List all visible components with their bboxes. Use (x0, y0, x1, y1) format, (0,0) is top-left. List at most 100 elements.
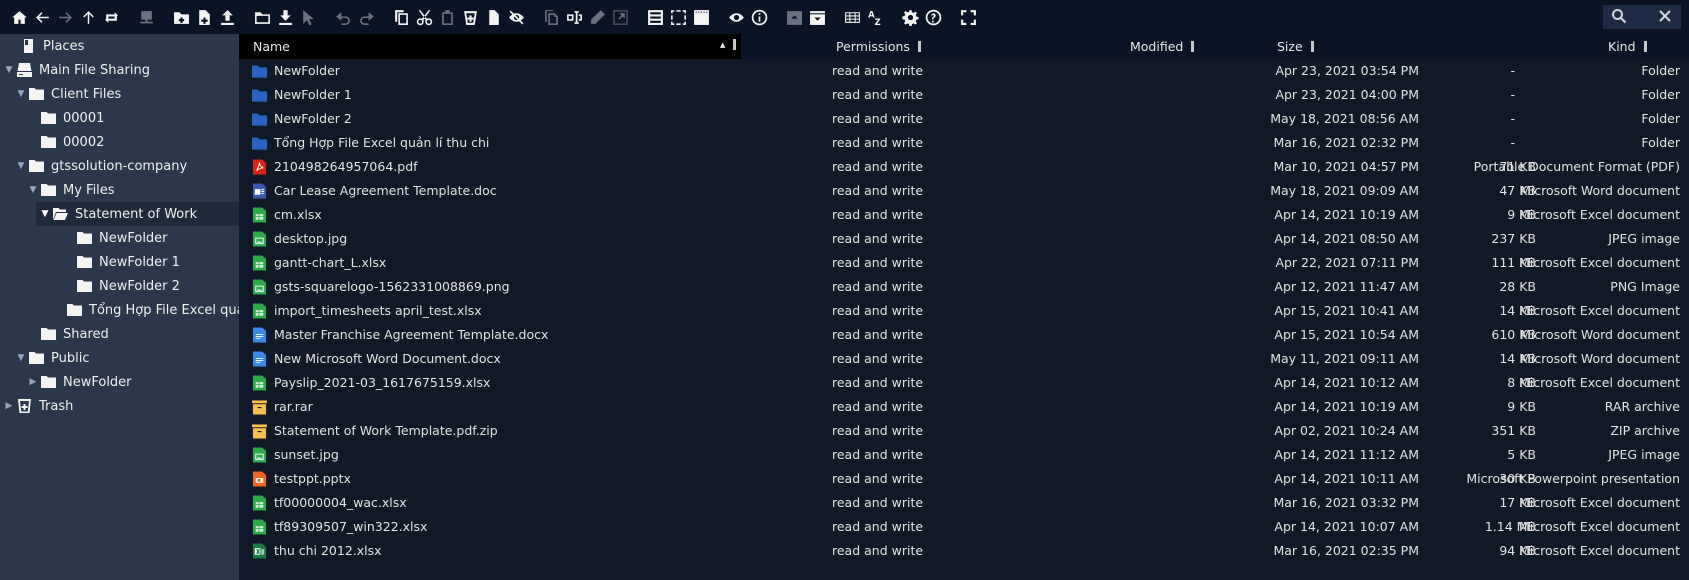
caret-down-icon[interactable]: ▼ (16, 161, 26, 171)
file-kind: Folder (1641, 87, 1680, 102)
file-icon[interactable] (483, 7, 503, 27)
file-row[interactable]: import_timesheets april_test.xlsx read an… (239, 299, 1689, 323)
sidebar-item[interactable]: ▼ Public (16, 346, 239, 370)
search-icon[interactable] (1611, 8, 1627, 27)
sidebar-item[interactable]: NewFolder (64, 226, 239, 250)
archive-extract-icon[interactable] (807, 7, 827, 27)
column-size[interactable]: Size (1277, 39, 1314, 54)
invert-selection-icon[interactable] (691, 7, 711, 27)
download-icon[interactable] (275, 7, 295, 27)
file-row[interactable]: Master Franchise Agreement Template.docx… (239, 323, 1689, 347)
sidebar-item[interactable]: ▶ NewFolder (28, 370, 239, 394)
file-row[interactable]: Tổng Hợp File Excel quản lí thu chi read … (239, 131, 1689, 155)
file-row[interactable]: gantt-chart_L.xlsx read and write Apr 22, … (239, 251, 1689, 275)
redo-icon[interactable] (356, 7, 376, 27)
file-row[interactable]: thu chi 2012.xlsx read and write Mar 16, 2… (239, 539, 1689, 563)
upload-icon[interactable] (217, 7, 237, 27)
info-icon[interactable] (749, 7, 769, 27)
sidebar-item[interactable]: NewFolder 2 (64, 274, 239, 298)
column-kind[interactable]: Kind (1608, 39, 1647, 54)
column-resize-handle[interactable] (1191, 41, 1195, 52)
file-modified: Apr 14, 2021 10:11 AM (1274, 471, 1419, 486)
file-row[interactable]: testppt.pptx read and write Apr 14, 2021 1… (239, 467, 1689, 491)
duplicate-icon[interactable] (541, 7, 561, 27)
sidebar-item[interactable]: ▼ Client Files (16, 82, 239, 106)
edit-pencil-icon[interactable] (587, 7, 607, 27)
caret-down-icon[interactable]: ▼ (4, 65, 14, 75)
new-folder-icon[interactable] (171, 7, 191, 27)
sidebar-item[interactable]: NewFolder 1 (64, 250, 239, 274)
file-row[interactable]: NewFolder 1 read and write Apr 23, 2021 04… (239, 83, 1689, 107)
file-row[interactable]: cm.xlsx read and write Apr 14, 2021 10:19 … (239, 203, 1689, 227)
caret-right-icon[interactable]: ▶ (28, 377, 38, 387)
back-arrow-icon[interactable] (32, 7, 52, 27)
caret-down-icon[interactable]: ▼ (16, 89, 26, 99)
sidebar-item[interactable]: ▼ Main File Sharing (4, 58, 239, 82)
file-row[interactable]: rar.rar read and write Apr 14, 2021 10:19 … (239, 395, 1689, 419)
close-icon[interactable] (1657, 8, 1673, 27)
column-permissions[interactable]: Permissions (836, 39, 921, 54)
select-all-icon[interactable] (645, 7, 665, 27)
undo-icon[interactable] (333, 7, 353, 27)
column-resize-handle[interactable] (733, 39, 737, 50)
grid-view-icon[interactable] (842, 7, 862, 27)
search-box[interactable] (1603, 5, 1681, 29)
help-icon[interactable] (923, 7, 943, 27)
file-row[interactable]: 210498264957064.pdf read and write Mar 10,… (239, 155, 1689, 179)
sort-az-icon[interactable]: AZ (865, 7, 885, 27)
sidebar-item[interactable]: ▼ gtssolution-company (16, 154, 239, 178)
cut-icon[interactable] (414, 7, 434, 27)
delete-icon[interactable] (460, 7, 480, 27)
caret-down-icon[interactable]: ▼ (16, 353, 26, 363)
sidebar-item[interactable]: Places (4, 34, 239, 58)
caret-down-icon[interactable]: ▼ (40, 209, 50, 219)
hide-icon[interactable] (506, 7, 526, 27)
file-size: 237 KB (1491, 231, 1536, 246)
file-row[interactable]: Car Lease Agreement Template.doc read and… (239, 179, 1689, 203)
preview-eye-icon[interactable] (726, 7, 746, 27)
file-row[interactable]: tf89309507_win322.xlsx read and write Apr … (239, 515, 1689, 539)
column-resize-handle[interactable] (1643, 41, 1647, 52)
column-resize-handle[interactable] (1310, 41, 1314, 52)
file-name: thu chi 2012.xlsx (274, 543, 382, 558)
column-modified[interactable]: Modified (1130, 39, 1195, 54)
home-icon[interactable] (9, 7, 29, 27)
settings-gear-icon[interactable] (900, 7, 920, 27)
rename-icon[interactable] (564, 7, 584, 27)
caret-down-icon[interactable]: ▼ (28, 185, 38, 195)
sidebar-item[interactable]: Tổng Hợp File Excel quản lí thu chi (64, 298, 239, 322)
file-row[interactable]: NewFolder 2 read and write May 18, 2021 08… (239, 107, 1689, 131)
sidebar-item[interactable]: ▼ Statement of Work (36, 202, 239, 226)
file-name: testppt.pptx (274, 471, 351, 486)
file-row[interactable]: gsts-squarelogo-1562331008869.png read an… (239, 275, 1689, 299)
sidebar-item[interactable]: 00001 (28, 106, 239, 130)
open-folder-icon[interactable] (252, 7, 272, 27)
resize-icon[interactable] (610, 7, 630, 27)
file-row[interactable]: Statement of Work Template.pdf.zip read a… (239, 419, 1689, 443)
sort-indicator[interactable]: ▲ (720, 39, 737, 50)
fullscreen-icon[interactable] (958, 7, 978, 27)
sidebar-item[interactable]: ▶ Trash (4, 394, 239, 418)
sidebar-item[interactable]: 00002 (28, 130, 239, 154)
paste-icon[interactable] (437, 7, 457, 27)
refresh-icon[interactable] (101, 7, 121, 27)
archive-compress-icon[interactable] (784, 7, 804, 27)
select-cursor-icon[interactable] (298, 7, 318, 27)
up-arrow-icon[interactable] (78, 7, 98, 27)
copy-icon[interactable] (391, 7, 411, 27)
column-name[interactable]: Name (253, 39, 290, 54)
file-row[interactable]: New Microsoft Word Document.docx read and… (239, 347, 1689, 371)
file-row[interactable]: desktop.jpg read and write Apr 14, 2021 08… (239, 227, 1689, 251)
file-row[interactable]: tf00000004_wac.xlsx read and write Mar 16,… (239, 491, 1689, 515)
sidebar-item[interactable]: Shared (28, 322, 239, 346)
file-row[interactable]: NewFolder read and write Apr 23, 2021 03:5… (239, 59, 1689, 83)
sidebar-item[interactable]: ▼ My Files (28, 178, 239, 202)
network-drive-icon[interactable] (136, 7, 156, 27)
file-row[interactable]: sunset.jpg read and write Apr 14, 2021 11:… (239, 443, 1689, 467)
file-row[interactable]: Payslip_2021-03_1617675159.xlsx read and … (239, 371, 1689, 395)
caret-right-icon[interactable]: ▶ (4, 401, 14, 411)
new-file-icon[interactable] (194, 7, 214, 27)
select-none-icon[interactable] (668, 7, 688, 27)
column-resize-handle[interactable] (917, 41, 921, 52)
forward-arrow-icon[interactable] (55, 7, 75, 27)
